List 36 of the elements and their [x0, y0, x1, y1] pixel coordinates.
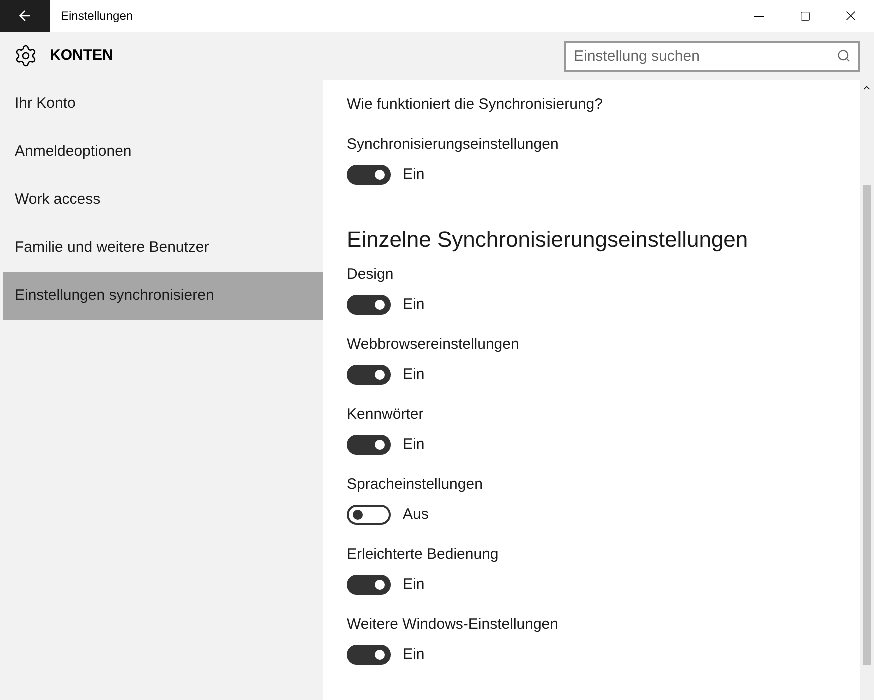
sidebar-item[interactable]: Ihr Konto: [3, 80, 323, 128]
sidebar-item[interactable]: Work access: [3, 176, 323, 224]
window-title: Einstellungen: [61, 8, 134, 25]
page-title: KONTEN: [50, 46, 114, 66]
toggle-state: Ein: [403, 434, 425, 455]
section-heading: Einzelne Synchronisierungseinstellungen: [347, 226, 750, 254]
scrollbar[interactable]: [860, 80, 874, 700]
toggle-switch[interactable]: [347, 575, 391, 595]
sidebar-item[interactable]: Anmeldeoptionen: [3, 128, 323, 176]
sidebar-item[interactable]: Einstellungen synchronisieren: [3, 272, 323, 320]
toggle-switch[interactable]: [347, 645, 391, 665]
setting-label: Kennwörter: [347, 405, 424, 425]
toggle-switch[interactable]: [347, 435, 391, 455]
toggle-switch[interactable]: [347, 295, 391, 315]
scrollbar-thumb[interactable]: [863, 185, 871, 665]
toggle-state: Ein: [403, 574, 425, 595]
setting-label: Webbrowsereinstellungen: [347, 335, 520, 355]
toggle-state: Ein: [403, 164, 425, 185]
setting-label: Erleichterte Bedienung: [347, 545, 499, 565]
setting-label: Weitere Windows-Einstellungen: [347, 615, 558, 635]
toggle-state: Aus: [403, 504, 429, 525]
toggle-state: Ein: [403, 644, 425, 665]
sidebar-item[interactable]: Familie und weitere Benutzer: [3, 224, 323, 272]
maximize-icon: [800, 10, 810, 22]
search-field[interactable]: Einstellung suchen: [564, 40, 860, 72]
help-link[interactable]: Wie funktioniert die Synchronisierung?: [347, 90, 860, 120]
setting-label: Design: [347, 265, 394, 285]
setting-label: Synchronisierungseinstellungen: [347, 135, 559, 155]
toggle-state: Ein: [403, 364, 425, 385]
toggle-state: Ein: [403, 294, 425, 315]
search-icon: [837, 48, 851, 62]
toggle-switch[interactable]: [347, 365, 391, 385]
setting-label: Spracheinstellungen: [347, 475, 483, 495]
toggle-switch[interactable]: [347, 165, 391, 185]
toggle-switch[interactable]: [347, 505, 391, 525]
settings-gear-icon: [14, 44, 38, 68]
